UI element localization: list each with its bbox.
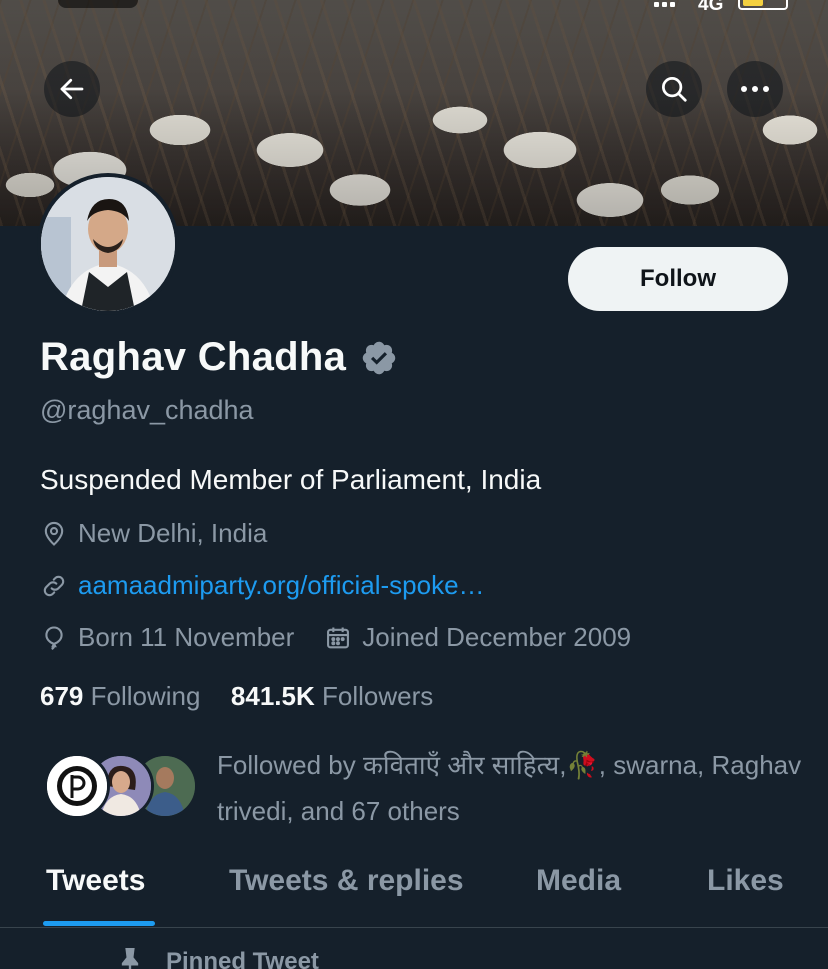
following-label: Following xyxy=(90,681,201,711)
followed-by-avatars[interactable] xyxy=(44,753,204,821)
follow-button[interactable]: Follow xyxy=(568,247,788,311)
search-button[interactable] xyxy=(646,61,702,117)
following-link[interactable]: 679 Following xyxy=(40,681,200,711)
profile-bio: Suspended Member of Parliament, India xyxy=(40,464,542,495)
followers-link[interactable]: 841.5K Followers xyxy=(231,681,433,711)
birthday-text: Born 11 November xyxy=(78,622,295,652)
signal-icon xyxy=(654,0,680,14)
follower-avatar-1 xyxy=(44,753,110,819)
following-count: 679 xyxy=(40,681,84,711)
website-row[interactable]: aamaadmiparty.org/official-spoke… xyxy=(40,570,485,601)
follow-counts: 679 Following 841.5K Followers xyxy=(40,681,433,712)
tab-media[interactable]: Media xyxy=(536,864,621,898)
calendar-icon xyxy=(327,627,350,648)
more-button[interactable] xyxy=(727,61,783,117)
battery-icon xyxy=(738,0,788,10)
verified-badge-icon[interactable] xyxy=(360,339,398,377)
arrow-left-icon xyxy=(60,78,84,100)
more-horizontal-icon xyxy=(741,86,769,92)
link-icon xyxy=(43,575,65,596)
balloon-icon xyxy=(45,625,63,650)
back-button[interactable] xyxy=(44,61,100,117)
display-name: Raghav Chadha xyxy=(40,335,347,379)
status-bar-pill xyxy=(58,0,138,8)
location-pin-icon xyxy=(44,521,64,546)
tab-tweets-replies[interactable]: Tweets & replies xyxy=(229,864,464,898)
dates-row: Born 11 November Joined December 2009 xyxy=(40,622,631,653)
tabs-divider xyxy=(0,927,828,928)
avatar-photo xyxy=(41,177,175,311)
followers-label: Followers xyxy=(322,681,434,711)
profile-avatar[interactable] xyxy=(37,173,179,315)
followed-by-text[interactable]: Followed by कविताएँ और साहित्य,🥀, swarna… xyxy=(217,742,807,834)
pin-icon xyxy=(121,948,139,969)
location-row: New Delhi, India xyxy=(40,518,267,549)
pinned-tweet-header: Pinned Tweet xyxy=(118,948,319,969)
display-name-row: Raghav Chadha xyxy=(40,335,398,380)
tab-likes[interactable]: Likes xyxy=(707,864,784,898)
profile-tabs: Tweets Tweets & replies Media Likes xyxy=(0,850,828,928)
location-text: New Delhi, India xyxy=(78,518,268,548)
followers-count: 841.5K xyxy=(230,681,315,711)
search-icon xyxy=(662,77,687,102)
username-handle: @raghav_chadha xyxy=(40,395,254,425)
pinned-label: Pinned Tweet xyxy=(166,948,319,969)
website-link[interactable]: aamaadmiparty.org/official-spoke… xyxy=(78,570,485,601)
tab-tweets[interactable]: Tweets xyxy=(46,864,145,898)
joined-text: Joined December 2009 xyxy=(362,622,632,652)
active-tab-indicator xyxy=(43,921,155,926)
network-type: 4G xyxy=(698,0,724,15)
